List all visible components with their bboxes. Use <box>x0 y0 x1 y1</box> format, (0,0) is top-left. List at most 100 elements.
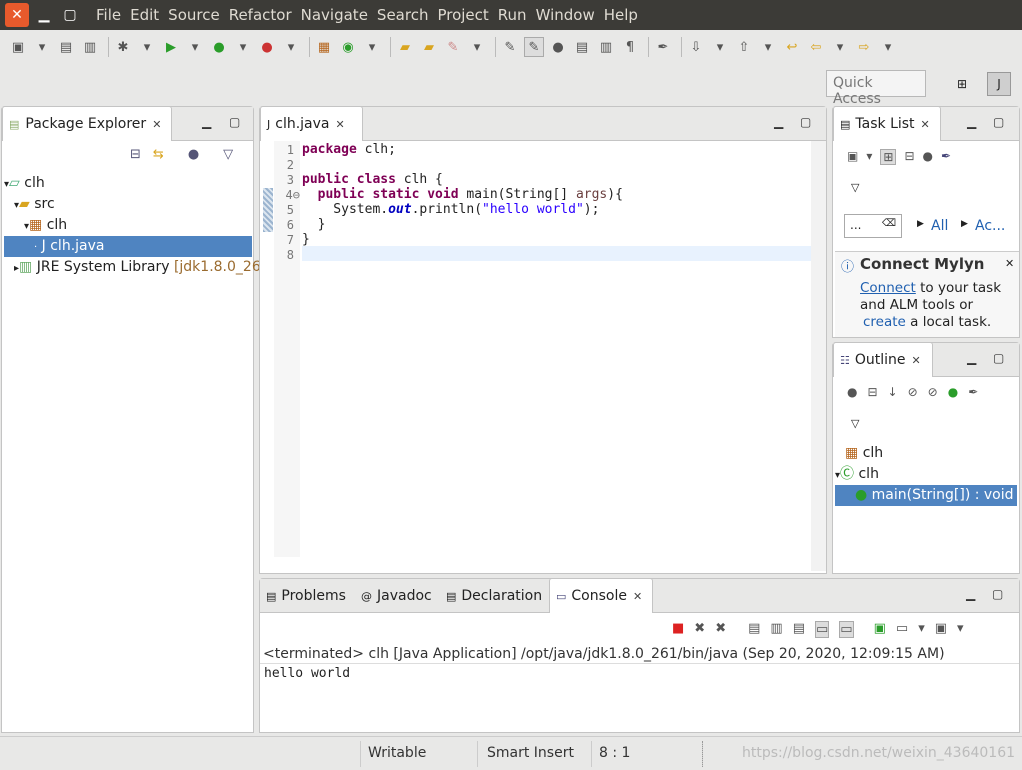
menu-edit[interactable]: Edit <box>130 6 159 24</box>
menu-window[interactable]: Window <box>536 6 595 24</box>
minimize-icon[interactable]: ▁ <box>966 587 975 601</box>
new-icon[interactable]: ▣ <box>8 37 28 57</box>
menu-project[interactable]: Project <box>437 6 488 24</box>
pin-console-icon[interactable]: ▣ <box>874 621 886 638</box>
clear-console-icon[interactable]: ▤ <box>748 621 760 638</box>
close-tab-icon[interactable]: ✕ <box>633 590 642 603</box>
view-menu-icon[interactable]: ▽ <box>851 181 859 194</box>
menu-file[interactable]: File <box>96 6 121 24</box>
minimize-icon[interactable]: ▁ <box>967 115 976 129</box>
open-folder-icon[interactable]: ▰ <box>419 37 439 57</box>
dropdown-icon[interactable]: ▾ <box>710 37 730 57</box>
focus-icon[interactable]: ● <box>847 385 857 399</box>
tree-item-project[interactable]: ▾▱ clh <box>4 173 252 194</box>
open-type-icon[interactable]: ▰ <box>395 37 415 57</box>
close-tab-icon[interactable]: ✕ <box>912 354 921 367</box>
minimize-icon[interactable]: ▁ <box>967 351 976 365</box>
breadcrumb-icon[interactable]: ● <box>548 37 568 57</box>
dropdown-icon[interactable]: ▾ <box>137 37 157 57</box>
menu-navigate[interactable]: Navigate <box>301 6 368 24</box>
open-console-icon[interactable]: ▣ <box>935 621 947 638</box>
link-with-editor-icon[interactable]: ⇆ <box>153 147 164 162</box>
save-icon[interactable]: ▤ <box>56 37 76 57</box>
outline-item-package[interactable]: ▦ clh <box>845 443 883 464</box>
show-whitespace-icon[interactable]: ▥ <box>596 37 616 57</box>
filter-activate-link[interactable]: Ac... <box>975 218 1005 234</box>
previous-annotation-icon[interactable]: ⇧ <box>734 37 754 57</box>
pin-icon[interactable]: ✒ <box>653 37 673 57</box>
terminate-icon[interactable]: ■ <box>672 621 684 638</box>
external-tools-icon[interactable]: ● <box>257 37 277 57</box>
minimize-icon[interactable]: ▁ <box>202 115 211 129</box>
dropdown-icon[interactable]: ▾ <box>758 37 778 57</box>
outline-item-method[interactable]: ● main(String[]) : void <box>835 485 1017 506</box>
tab-console[interactable]: ▭ Console ✕ <box>549 578 653 613</box>
tab-package-explorer[interactable]: ▤ Package Explorer ✕ <box>2 106 172 141</box>
hide-local-types-icon[interactable]: ✒ <box>968 385 978 399</box>
maximize-icon[interactable]: ▢ <box>992 587 1003 601</box>
tab-problems[interactable]: ▤ Problems <box>260 579 352 613</box>
close-window-button[interactable]: ✕ <box>5 3 29 27</box>
connect-link[interactable]: Connect <box>860 280 916 296</box>
tab-javadoc[interactable]: @ Javadoc <box>355 579 438 613</box>
tab-task-list[interactable]: ▤ Task List ✕ <box>833 106 941 141</box>
menu-source[interactable]: Source <box>168 6 220 24</box>
filter-all-link[interactable]: All <box>931 218 948 234</box>
sort-icon[interactable]: ↓ <box>888 385 898 399</box>
dropdown-icon[interactable]: ▾ <box>233 37 253 57</box>
quick-access-field[interactable]: Quick Access <box>826 70 926 107</box>
dropdown-icon[interactable]: ▾ <box>32 37 52 57</box>
block-selection-icon[interactable]: ▤ <box>572 37 592 57</box>
forward-icon[interactable]: ⇨ <box>854 37 874 57</box>
menu-refactor[interactable]: Refactor <box>229 6 292 24</box>
menu-search[interactable]: Search <box>377 6 429 24</box>
toggle-mark-occurrences-icon[interactable]: ✎ <box>500 37 520 57</box>
close-tab-icon[interactable]: ✕ <box>921 118 930 131</box>
remove-launch-icon[interactable]: ✖ <box>694 621 705 638</box>
dropdown-icon[interactable]: ▾ <box>281 37 301 57</box>
word-wrap-icon[interactable]: ▤ <box>793 621 805 638</box>
highlight-icon[interactable]: ✎ <box>524 37 544 57</box>
save-all-icon[interactable]: ▥ <box>80 37 100 57</box>
view-menu-icon[interactable]: ▽ <box>223 147 233 162</box>
menu-help[interactable]: Help <box>604 6 638 24</box>
tab-outline[interactable]: ☷ Outline ✕ <box>833 342 933 377</box>
console-output-area[interactable]: hello world <box>260 663 1019 732</box>
coverage-icon[interactable]: ● <box>209 37 229 57</box>
tree-item-java-file[interactable]: · J clh.java <box>4 236 252 257</box>
paragraph-icon[interactable]: ¶ <box>620 37 640 57</box>
tree-item-src[interactable]: ▾▰ src <box>14 194 55 215</box>
show-on-stdout-icon[interactable]: ▭ <box>815 621 830 638</box>
tree-item-jre-library[interactable]: ▸▥ JRE System Library [jdk1.8.0_26 <box>14 257 261 278</box>
tab-clh-java[interactable]: J clh.java ✕ <box>260 106 363 141</box>
show-on-stderr-icon[interactable]: ▭ <box>839 621 854 638</box>
minimize-window-button[interactable]: ▁ <box>33 4 55 26</box>
code-area[interactable]: 1 2 3 4⊖ 5 6 7 8 package clh; public cla… <box>260 141 826 573</box>
tab-declaration[interactable]: ▤ Declaration <box>440 579 548 613</box>
dropdown-icon[interactable]: ▾ <box>830 37 850 57</box>
pin-icon[interactable]: ✒ <box>941 149 951 165</box>
outline-item-class[interactable]: ▾Ⓒ clh <box>835 464 879 485</box>
close-tab-icon[interactable]: ✕ <box>336 118 345 131</box>
dropdown-icon[interactable]: ▾ <box>467 37 487 57</box>
dropdown-icon[interactable]: ▾ <box>185 37 205 57</box>
run-icon[interactable]: ▶ <box>161 37 181 57</box>
collapse-all-icon[interactable]: ⊟ <box>867 385 877 399</box>
dropdown-icon[interactable]: ▾ <box>957 621 964 638</box>
hide-nonpublic-icon[interactable]: ● <box>948 385 958 399</box>
maximize-icon[interactable]: ▢ <box>800 115 811 129</box>
focus-icon[interactable]: ● <box>923 149 933 165</box>
debug-icon[interactable]: ✱ <box>113 37 133 57</box>
maximize-icon[interactable]: ▢ <box>229 115 240 129</box>
view-menu-icon[interactable]: ▽ <box>851 417 859 430</box>
remove-all-icon[interactable]: ✖ <box>715 621 726 638</box>
back-icon[interactable]: ⇦ <box>806 37 826 57</box>
tree-item-package[interactable]: ▾▦ clh <box>24 215 67 236</box>
maximize-icon[interactable]: ▢ <box>993 115 1004 129</box>
minimize-icon[interactable]: ▁ <box>774 115 783 129</box>
next-annotation-icon[interactable]: ⇩ <box>686 37 706 57</box>
line-number[interactable]: 4⊖ <box>274 188 300 202</box>
clear-icon[interactable]: ⌫ <box>882 218 896 229</box>
close-icon[interactable]: ✕ <box>1005 257 1014 270</box>
last-edit-icon[interactable]: ↩ <box>782 37 802 57</box>
